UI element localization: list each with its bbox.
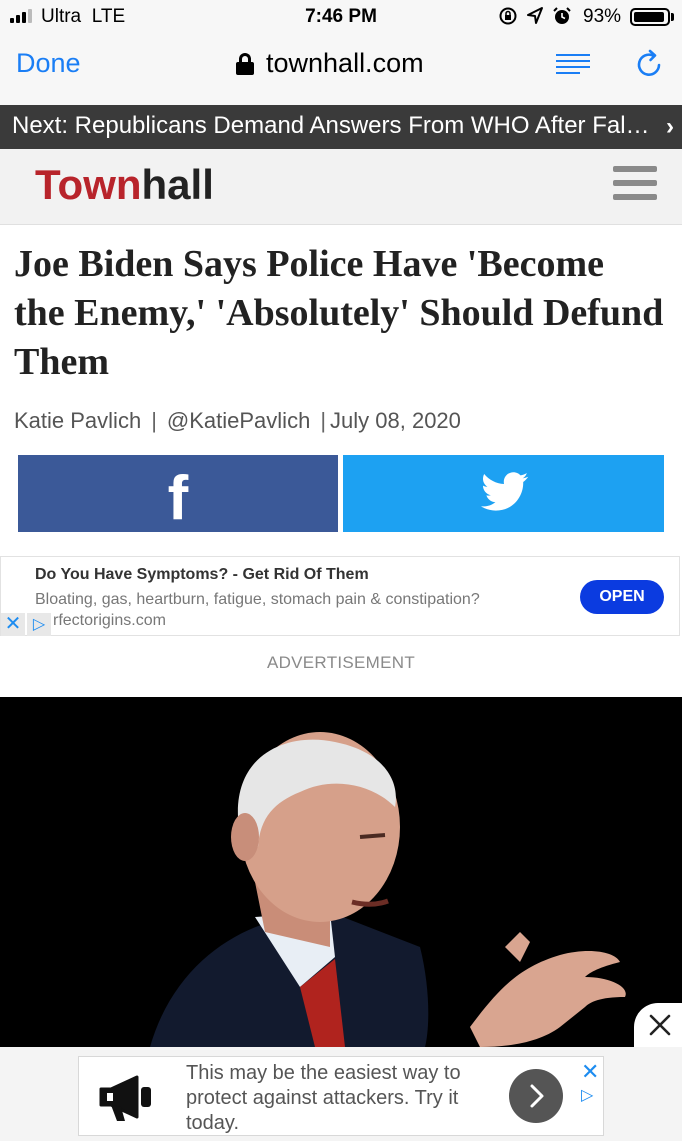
lock-icon [236,52,254,75]
ad-open-button[interactable]: OPEN [580,580,664,614]
site-header: Townhall [0,149,682,225]
battery-tip [671,13,674,21]
native-ad[interactable]: Do You Have Symptoms? - Get Rid Of Them … [0,556,680,636]
sticky-ad-text: This may be the easiest way to protect a… [186,1062,461,1134]
sticky-ad[interactable]: This may be the easiest way to protect a… [78,1056,604,1136]
townhall-logo[interactable]: Townhall [35,161,214,209]
orientation-lock-icon [499,7,517,25]
browser-toolbar: Done townhall.com [0,34,682,105]
ad-domain: rfectorigins.com [53,612,166,629]
sticky-ad-go-button[interactable] [509,1069,563,1123]
chevron-right-icon [530,1084,544,1108]
status-bar: Ultra LTE 7:46 PM 93% [0,0,682,34]
ad-close-icon[interactable]: ✕ [1,613,25,636]
status-time: 7:46 PM [305,6,377,27]
megaphone-icon [99,1075,151,1121]
sticky-ad-close-icon[interactable]: ✕ [581,1059,599,1085]
article-headline: Joe Biden Says Police Have 'Become the E… [14,243,664,383]
ad-title[interactable]: Do You Have Symptoms? - Get Rid Of Them [35,566,369,584]
twitter-icon [481,472,529,511]
done-button[interactable]: Done [16,48,81,79]
article-photo [0,697,682,1047]
author-name[interactable]: Katie Pavlich [14,408,141,433]
reader-view-icon[interactable] [556,54,590,78]
author-handle[interactable]: @KatiePavlich [167,408,310,433]
photo-illustration [0,697,682,1047]
next-article-text: Next: Republicans Demand Answers From WH… [12,112,652,139]
facebook-icon: f [167,464,189,533]
address-bar[interactable]: townhall.com [236,48,424,79]
sticky-ad-close-button[interactable] [634,1003,682,1049]
next-article-bar[interactable]: Next: Republicans Demand Answers From WH… [0,105,682,149]
ad-choices-icon[interactable]: ▷ [27,613,51,636]
battery-icon [630,8,670,26]
status-icons [498,6,572,26]
sticky-ad-choices-icon[interactable]: ▷ [581,1085,593,1105]
ad-description: Bloating, gas, heartburn, fatigue, stoma… [35,591,480,608]
alarm-icon [553,7,571,24]
twitter-share-button[interactable] [343,455,664,532]
close-icon [649,1014,671,1036]
location-icon [527,7,543,24]
menu-icon[interactable] [613,166,657,202]
publish-date: July 08, 2020 [330,408,461,433]
advertisement-label: ADVERTISEMENT [266,653,416,672]
battery-level [634,12,664,22]
byline: Katie Pavlich | @KatiePavlich | July 08, 202… [14,408,461,433]
facebook-share-button[interactable]: f [18,455,338,533]
url-text: townhall.com [266,48,424,78]
chevron-right-icon: › [666,113,674,140]
reload-icon[interactable] [634,48,666,80]
battery-percent: 93% [583,6,622,27]
